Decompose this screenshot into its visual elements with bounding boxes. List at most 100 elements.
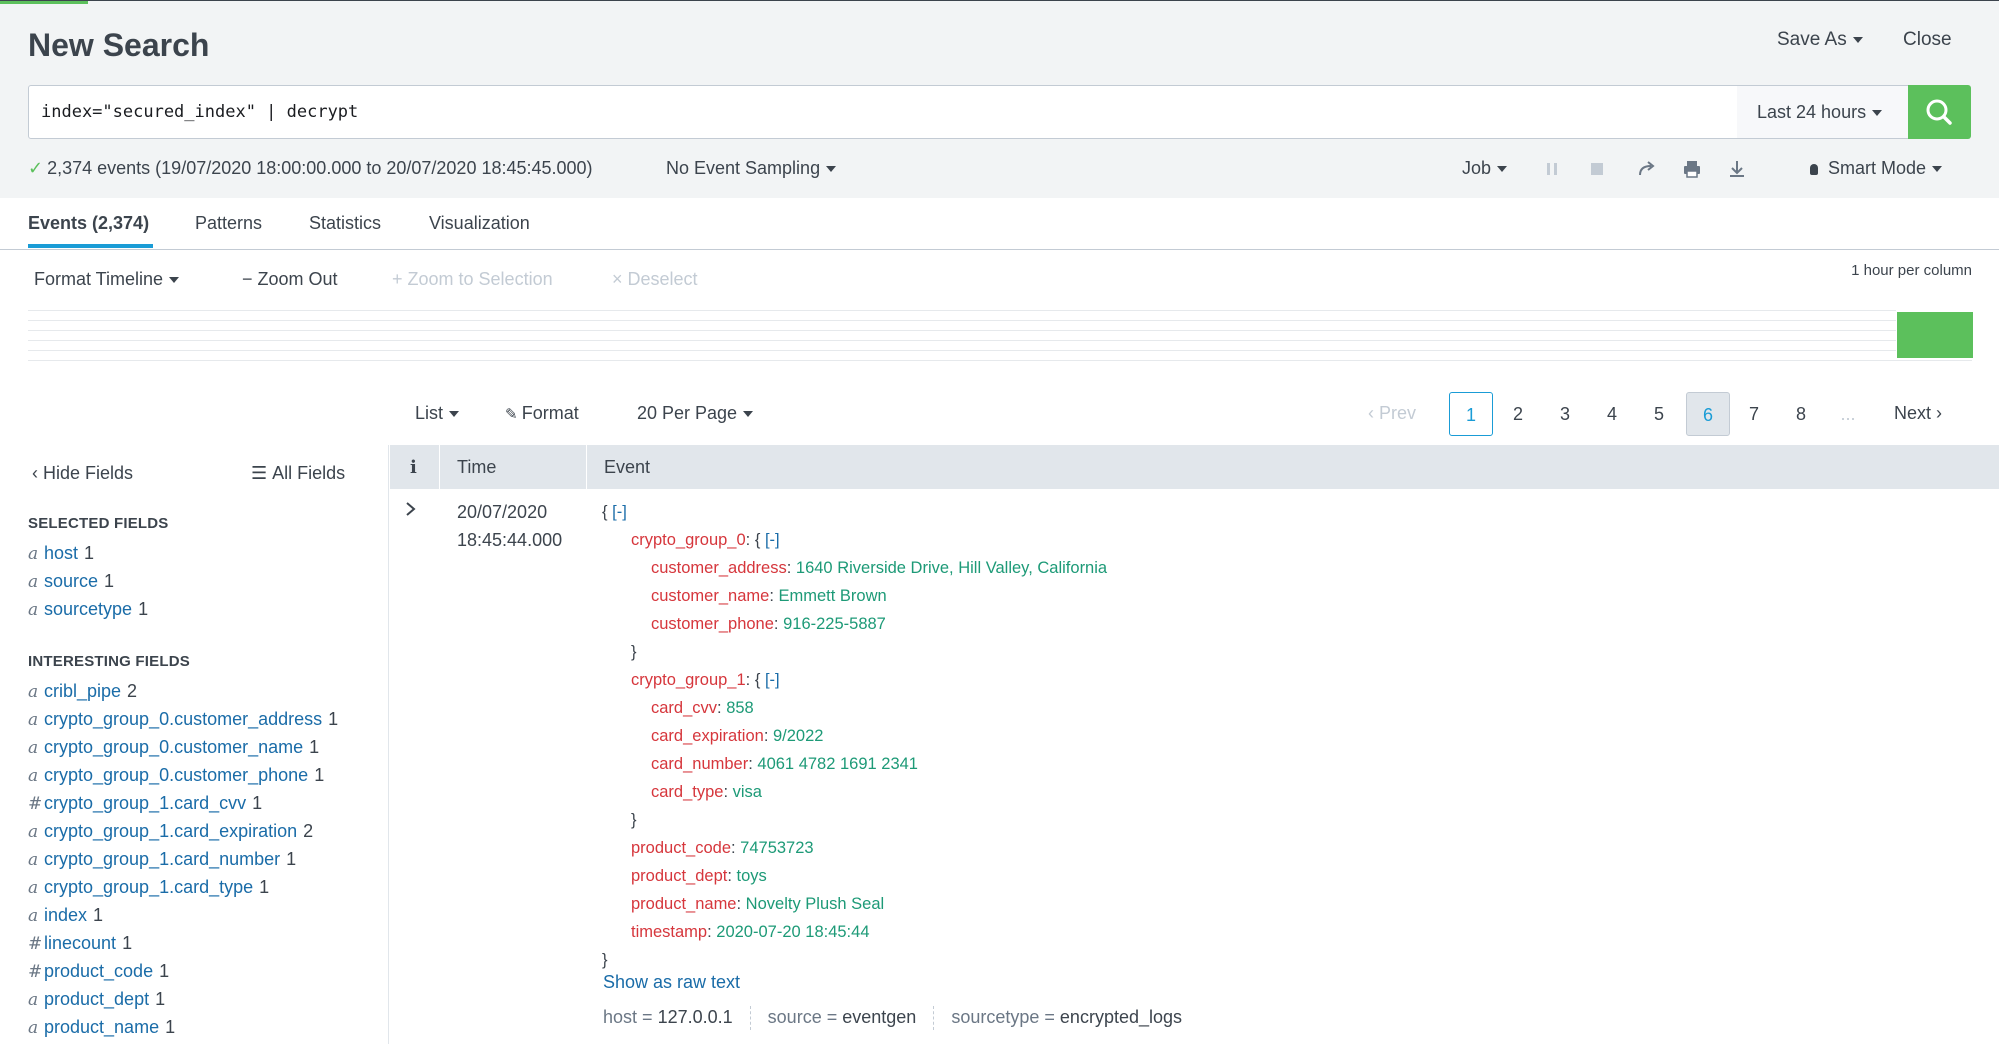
field-count: 2	[303, 821, 314, 841]
json-value[interactable]: 9/2022	[773, 727, 823, 745]
field-type-icon: a	[28, 600, 39, 620]
field-item[interactable]: #crypto_group_1.card_cvv 1	[28, 793, 262, 814]
event-timeline[interactable]	[28, 310, 1973, 361]
field-item[interactable]: a product_name 1	[28, 1017, 175, 1038]
col-time-header[interactable]: Time	[457, 457, 496, 478]
event-metadata: host = 127.0.0.1 source = eventgen sourc…	[603, 1006, 1182, 1030]
stop-icon[interactable]	[1586, 158, 1608, 180]
field-item[interactable]: a cribl_pipe 2	[28, 681, 137, 702]
field-type-icon: a	[28, 850, 39, 870]
search-query-input[interactable]	[29, 86, 1737, 138]
page-2[interactable]: 2	[1496, 392, 1540, 436]
json-value[interactable]: visa	[733, 783, 762, 801]
field-item[interactable]: #product_code 1	[28, 961, 169, 982]
host-value[interactable]: 127.0.0.1	[658, 1007, 733, 1027]
field-name: index	[44, 905, 88, 925]
json-value[interactable]: 1640 Riverside Drive, Hill Valley, Calif…	[796, 559, 1107, 577]
event-time[interactable]: 20/07/2020 18:45:44.000	[457, 498, 562, 554]
export-icon[interactable]	[1726, 158, 1748, 180]
save-as-menu[interactable]: Save As	[1777, 29, 1863, 51]
search-button[interactable]	[1908, 85, 1971, 139]
job-menu[interactable]: Job	[1462, 158, 1508, 179]
show-raw-text-link[interactable]: Show as raw text	[603, 972, 740, 993]
json-line: customer_phone: 916-225-5887	[651, 615, 886, 633]
host-label: host =	[603, 1006, 653, 1027]
field-item[interactable]: #linecount 1	[28, 933, 132, 954]
per-page-menu[interactable]: 20 Per Page	[637, 403, 754, 424]
per-page-label: 20 Per Page	[637, 403, 738, 423]
page-7[interactable]: 7	[1732, 392, 1776, 436]
field-item[interactable]: a source 1	[28, 571, 114, 592]
field-name: cribl_pipe	[44, 681, 122, 701]
json-value[interactable]: 74753723	[740, 839, 813, 857]
field-item[interactable]: a crypto_group_1.card_type 1	[28, 877, 269, 898]
tab-statistics[interactable]: Statistics	[309, 213, 381, 234]
source-value[interactable]: eventgen	[842, 1007, 916, 1027]
search-query-box[interactable]	[28, 85, 1738, 139]
page-8[interactable]: 8	[1779, 392, 1823, 436]
share-icon[interactable]	[1636, 158, 1658, 180]
json-value[interactable]: toys	[737, 867, 767, 885]
page-3[interactable]: 3	[1543, 392, 1587, 436]
format-button[interactable]: ✎ Format	[505, 403, 579, 424]
hide-fields-button[interactable]: ‹ Hide Fields	[32, 463, 133, 484]
format-timeline-menu[interactable]: Format Timeline	[34, 269, 180, 290]
column-divider	[586, 445, 587, 489]
json-line: customer_address: 1640 Riverside Drive, …	[651, 559, 1108, 577]
page-5[interactable]: 5	[1637, 392, 1681, 436]
sourcetype-value[interactable]: encrypted_logs	[1060, 1007, 1182, 1027]
timeline-gridline	[28, 330, 1896, 331]
json-line: card_expiration: 9/2022	[651, 727, 824, 745]
column-divider	[439, 445, 440, 489]
json-value[interactable]: 858	[726, 699, 754, 717]
field-item[interactable]: a crypto_group_1.card_number 1	[28, 849, 296, 870]
collapse-toggle[interactable]: [-]	[765, 531, 780, 549]
json-value[interactable]: 4061 4782 1691 2341	[757, 755, 918, 773]
field-count: 1	[104, 571, 115, 591]
collapse-toggle[interactable]: [-]	[765, 671, 780, 689]
field-item[interactable]: a crypto_group_0.customer_address 1	[28, 709, 338, 730]
event-sampling-menu[interactable]: No Event Sampling	[666, 158, 837, 179]
prev-page-button[interactable]: ‹ Prev	[1368, 403, 1416, 424]
tab-visualization[interactable]: Visualization	[429, 213, 530, 234]
col-event-header: Event	[604, 457, 651, 477]
print-icon[interactable]	[1681, 158, 1703, 180]
field-item[interactable]: a sourcetype 1	[28, 599, 148, 620]
json-value[interactable]: 2020-07-20 18:45:44	[716, 923, 869, 941]
deselect-button[interactable]: × Deselect	[612, 269, 698, 290]
zoom-out-button[interactable]: − Zoom Out	[242, 269, 338, 290]
field-name: source	[44, 571, 99, 591]
json-value[interactable]: 916-225-5887	[783, 615, 886, 633]
expand-event-button[interactable]	[404, 500, 418, 523]
source-label: source =	[767, 1006, 838, 1027]
page-6[interactable]: 6	[1686, 392, 1730, 436]
field-name: linecount	[44, 933, 117, 953]
page-1[interactable]: 1	[1449, 392, 1493, 436]
tab-events[interactable]: Events (2,374)	[28, 213, 149, 234]
field-item[interactable]: a crypto_group_0.customer_phone 1	[28, 765, 324, 786]
field-item[interactable]: a product_dept 1	[28, 989, 165, 1010]
tab-patterns[interactable]: Patterns	[195, 213, 262, 234]
field-item[interactable]: a crypto_group_1.card_expiration 2	[28, 821, 313, 842]
field-item[interactable]: a index 1	[28, 905, 103, 926]
save-as-label: Save As	[1777, 29, 1847, 50]
all-fields-button[interactable]: ☰ All Fields	[251, 463, 345, 484]
search-mode-menu[interactable]: Smart Mode	[1810, 158, 1943, 179]
page-4[interactable]: 4	[1590, 392, 1634, 436]
zoom-to-selection-button[interactable]: + Zoom to Selection	[392, 269, 553, 290]
timeline-gridline	[28, 320, 1896, 321]
next-page-button[interactable]: Next ›	[1894, 403, 1942, 424]
timeline-bar[interactable]	[1897, 312, 1973, 358]
close-button[interactable]: Close	[1903, 29, 1952, 51]
timeline-scale-label: 1 hour per column	[1851, 262, 1972, 279]
field-item[interactable]: a host 1	[28, 543, 94, 564]
field-item[interactable]: a crypto_group_0.customer_name 1	[28, 737, 319, 758]
pencil-icon: ✎	[505, 406, 522, 423]
json-value[interactable]: Emmett Brown	[778, 587, 886, 605]
collapse-toggle[interactable]: [-]	[612, 503, 627, 521]
time-range-picker[interactable]: Last 24 hours	[1737, 85, 1909, 139]
view-mode-menu[interactable]: List	[415, 403, 460, 424]
json-line: }	[631, 643, 637, 661]
pause-icon[interactable]	[1541, 158, 1563, 180]
json-value[interactable]: Novelty Plush Seal	[746, 895, 885, 913]
